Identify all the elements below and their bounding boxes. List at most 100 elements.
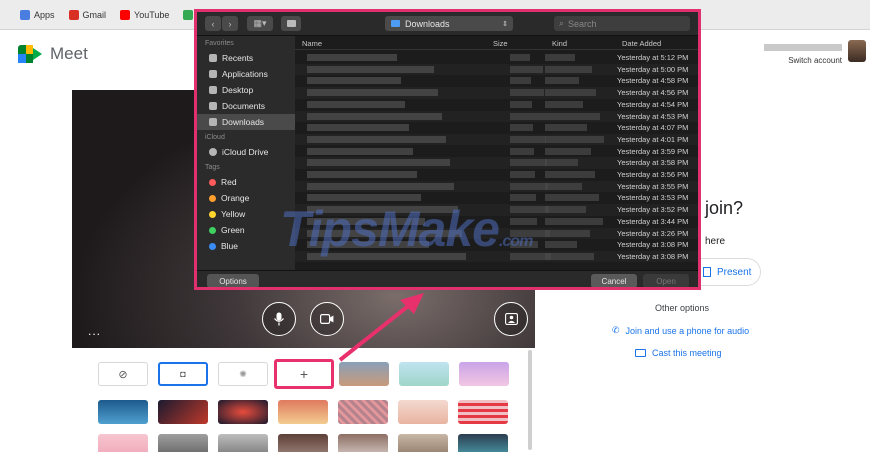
tag-label: Yellow — [221, 209, 246, 219]
camera-button[interactable] — [310, 302, 344, 336]
background-tile[interactable] — [398, 400, 448, 424]
background-tile[interactable] — [399, 362, 449, 386]
avatar[interactable] — [848, 40, 866, 62]
document-icon — [209, 102, 217, 110]
picker-scrollbar[interactable] — [528, 350, 532, 450]
download-icon — [209, 118, 217, 126]
file-row[interactable]: Yesterday at 3:26 PM — [295, 227, 698, 239]
file-size-blurred — [510, 112, 545, 120]
file-name-blurred — [307, 112, 442, 120]
sidebar-tag-orange[interactable]: Orange — [197, 190, 295, 206]
file-date-added: Yesterday at 3:08 PM — [617, 251, 689, 261]
phone-audio-label: Join and use a phone for audio — [625, 325, 750, 336]
back-button[interactable]: ‹ — [205, 16, 221, 31]
bookmark-label: Gmail — [82, 9, 107, 20]
sidebar-item-label: Downloads — [222, 117, 265, 127]
sidebar-item-recents[interactable]: Recents — [197, 50, 295, 66]
meet-logo[interactable]: Meet — [18, 44, 88, 64]
file-row[interactable]: Yesterday at 3:55 PM — [295, 180, 698, 193]
background-tile[interactable] — [278, 400, 328, 424]
sidebar-tag-red[interactable]: Red — [197, 174, 295, 190]
background-tile[interactable] — [398, 434, 448, 452]
file-row[interactable]: Yesterday at 3:44 PM — [295, 216, 698, 228]
microphone-button[interactable] — [262, 302, 296, 336]
background-tile[interactable] — [158, 400, 208, 424]
cancel-button[interactable]: Cancel — [591, 274, 637, 287]
file-name-blurred — [307, 182, 454, 190]
switch-account-link[interactable]: Switch account — [764, 56, 842, 65]
file-name-blurred — [307, 89, 438, 97]
column-name[interactable]: Name — [302, 39, 322, 48]
sidebar-tag-green[interactable]: Green — [197, 222, 295, 238]
file-row[interactable]: Yesterday at 4:56 PM — [295, 87, 698, 99]
file-row[interactable]: Yesterday at 4:53 PM — [295, 110, 698, 122]
sidebar-item-documents[interactable]: Documents — [197, 98, 295, 114]
file-row[interactable]: Yesterday at 3:56 PM — [295, 169, 698, 181]
sidebar-item-downloads[interactable]: Downloads — [197, 114, 295, 130]
file-list: Name Size Kind Date Added Yesterday at 5… — [295, 36, 698, 270]
file-row[interactable]: Yesterday at 4:01 PM — [295, 133, 698, 146]
location-select[interactable]: Downloads ⇕ — [385, 16, 513, 31]
file-date-added: Yesterday at 3:52 PM — [617, 205, 689, 215]
no-effect-tile[interactable]: ⊘ — [98, 362, 148, 386]
bookmark-apps[interactable]: Apps — [20, 9, 55, 20]
more-options-dots[interactable]: ... — [88, 324, 101, 338]
background-tile[interactable] — [278, 434, 328, 452]
file-row[interactable]: Yesterday at 3:53 PM — [295, 192, 698, 204]
file-row[interactable]: Yesterday at 3:08 PM — [295, 250, 698, 263]
sidebar-item-desktop[interactable]: Desktop — [197, 82, 295, 98]
search-placeholder: Search — [568, 18, 597, 29]
options-button[interactable]: Options — [207, 274, 259, 287]
sidebar-item-icloud-drive[interactable]: iCloud Drive — [197, 144, 295, 160]
file-date-added: Yesterday at 3:59 PM — [617, 146, 689, 156]
file-row[interactable]: Yesterday at 3:59 PM — [295, 146, 698, 158]
bookmark-youtube[interactable]: YouTube — [120, 9, 169, 20]
sidebar-tag-blue[interactable]: Blue — [197, 238, 295, 254]
open-button[interactable]: Open — [643, 274, 689, 287]
cast-icon — [635, 349, 646, 357]
present-button[interactable]: Present — [695, 258, 761, 286]
background-tile[interactable] — [458, 400, 508, 424]
tag-dot-icon — [209, 226, 216, 234]
forward-button[interactable]: › — [222, 16, 238, 31]
column-date-added[interactable]: Date Added — [622, 39, 661, 48]
file-row[interactable]: Yesterday at 3:52 PM — [295, 204, 698, 216]
background-tile[interactable] — [158, 434, 208, 452]
background-tile[interactable] — [218, 434, 268, 452]
add-background-button[interactable]: + — [274, 359, 334, 389]
file-row[interactable]: Yesterday at 3:08 PM — [295, 239, 698, 251]
bookmark-gmail[interactable]: Gmail — [68, 9, 107, 20]
column-size[interactable]: Size — [493, 39, 508, 48]
background-tile[interactable] — [459, 362, 509, 386]
blur-slight-tile[interactable]: ◘ — [158, 362, 208, 386]
file-row[interactable]: Yesterday at 5:00 PM — [295, 63, 698, 76]
account-email-blurred — [764, 44, 842, 51]
background-tile[interactable] — [338, 400, 388, 424]
file-row[interactable]: Yesterday at 4:54 PM — [295, 99, 698, 111]
applications-icon — [209, 70, 217, 78]
view-mode-button[interactable]: ▦▾ — [247, 16, 273, 31]
search-input[interactable]: ⌕ Search — [554, 16, 690, 31]
new-folder-button[interactable] — [281, 16, 301, 31]
file-name-blurred — [307, 171, 417, 178]
background-tile[interactable] — [98, 400, 148, 424]
file-row[interactable]: Yesterday at 3:58 PM — [295, 157, 698, 169]
sidebar-tag-yellow[interactable]: Yellow — [197, 206, 295, 222]
file-row[interactable]: Yesterday at 4:58 PM — [295, 75, 698, 87]
phone-audio-link[interactable]: ✆ Join and use a phone for audio — [612, 325, 749, 336]
present-label: Present — [717, 266, 752, 278]
effects-button[interactable] — [494, 302, 528, 336]
background-tile[interactable] — [339, 362, 389, 386]
background-tile[interactable] — [458, 434, 508, 452]
background-tile[interactable] — [218, 400, 268, 424]
cast-meeting-link[interactable]: Cast this meeting — [635, 348, 722, 358]
file-row[interactable]: Yesterday at 4:07 PM — [295, 122, 698, 134]
column-kind[interactable]: Kind — [552, 39, 567, 48]
blur-strong-tile[interactable]: ✺ — [218, 362, 268, 386]
file-row[interactable]: Yesterday at 5:12 PM — [295, 52, 698, 64]
sidebar-item-applications[interactable]: Applications — [197, 66, 295, 82]
background-tile[interactable] — [338, 434, 388, 452]
join-here-text: here — [705, 236, 726, 247]
background-tile[interactable] — [98, 434, 148, 452]
updown-chevron-icon: ⇕ — [502, 20, 508, 28]
